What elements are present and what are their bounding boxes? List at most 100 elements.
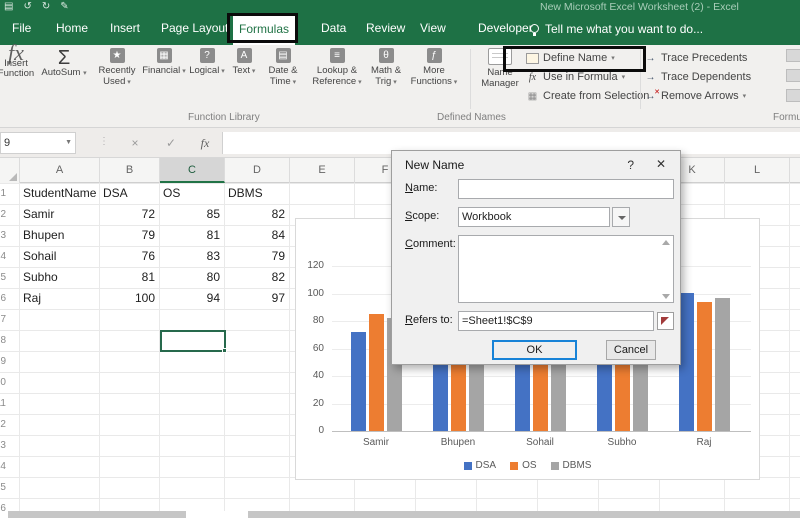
error-checking-icon[interactable] xyxy=(786,69,800,82)
save-icon[interactable]: ▤ xyxy=(4,2,13,12)
column-header-A[interactable]: A xyxy=(20,158,100,183)
table-cell[interactable]: Subho xyxy=(23,267,95,288)
formula-bar-resize-handle[interactable]: ⋮ xyxy=(99,136,109,147)
cancel-entry-icon[interactable]: × xyxy=(122,132,148,154)
row-header-10[interactable]: 10 xyxy=(0,372,6,393)
legend-item-os[interactable]: OS xyxy=(510,460,536,471)
fill-handle[interactable] xyxy=(222,348,227,353)
tab-home[interactable]: Home xyxy=(50,13,94,44)
column-header-B[interactable]: B xyxy=(100,158,160,183)
table-cell[interactable]: 72 xyxy=(103,204,155,225)
ribbon-button-trace-precedents[interactable]: →Trace Precedents xyxy=(644,50,747,66)
legend-item-dbms[interactable]: DBMS xyxy=(551,460,592,471)
column-header-L[interactable]: L xyxy=(725,158,790,183)
tell-me-box[interactable]: Tell me what you want to do... xyxy=(530,13,703,44)
table-header-cell[interactable]: StudentName xyxy=(23,183,95,204)
ribbon-button-create-from-selection[interactable]: ▦Create from Selection xyxy=(526,88,649,104)
insert-function-fx-icon[interactable]: fx xyxy=(192,132,218,154)
table-cell[interactable]: 100 xyxy=(103,288,155,309)
row-header-3[interactable]: 3 xyxy=(0,225,6,246)
table-cell[interactable]: Sohail xyxy=(23,246,95,267)
ribbon-button-financial[interactable]: ▦Financial ▾ xyxy=(142,48,186,78)
table-cell[interactable]: 76 xyxy=(103,246,155,267)
insert-function-button[interactable]: fx Insert Function xyxy=(0,48,40,80)
row-header-1[interactable]: 1 xyxy=(0,183,6,204)
ribbon-button-date-time[interactable]: ▤Date & Time ▾ xyxy=(260,48,306,88)
bar-os-samir[interactable] xyxy=(369,314,384,431)
row-header-9[interactable]: 9 xyxy=(0,351,6,372)
column-header-C[interactable]: C xyxy=(160,158,225,183)
row-header-16[interactable]: 16 xyxy=(0,498,6,511)
row-header-5[interactable]: 5 xyxy=(0,267,6,288)
bar-dbms-raj[interactable] xyxy=(715,298,730,431)
ribbon-button-remove-arrows[interactable]: →✕Remove Arrows▾ xyxy=(644,88,746,104)
tab-data[interactable]: Data xyxy=(315,13,352,44)
row-header-7[interactable]: 7 xyxy=(0,309,6,330)
comment-field[interactable] xyxy=(458,235,674,303)
row-header-2[interactable]: 2 xyxy=(0,204,6,225)
tab-insert[interactable]: Insert xyxy=(104,13,146,44)
table-cell[interactable]: 85 xyxy=(163,204,220,225)
table-cell[interactable]: 79 xyxy=(228,246,285,267)
row-header-4[interactable]: 4 xyxy=(0,246,6,267)
tab-developer[interactable]: Developer xyxy=(472,13,539,44)
row-header-6[interactable]: 6 xyxy=(0,288,6,309)
undo-icon[interactable]: ↺ xyxy=(23,2,31,12)
bar-dsa-raj[interactable] xyxy=(679,293,694,431)
legend-item-dsa[interactable]: DSA xyxy=(464,460,497,471)
scope-dropdown-arrow-icon[interactable] xyxy=(612,207,630,227)
name-field[interactable] xyxy=(458,179,674,199)
ribbon-button-logical[interactable]: ?Logical ▾ xyxy=(186,48,228,78)
table-cell[interactable]: 81 xyxy=(103,267,155,288)
row-header-8[interactable]: 8 xyxy=(0,330,6,351)
ribbon-button-trace-dependents[interactable]: →Trace Dependents xyxy=(644,69,751,85)
ribbon-button-lookup-reference[interactable]: ≡Lookup & Reference ▾ xyxy=(306,48,368,88)
tab-page-layout[interactable]: Page Layout xyxy=(155,13,234,44)
refers-to-field[interactable] xyxy=(458,311,654,331)
chevron-down-icon[interactable]: ▼ xyxy=(65,133,72,153)
redo-icon[interactable]: ↻ xyxy=(42,2,50,12)
table-cell[interactable]: Samir xyxy=(23,204,95,225)
ok-button[interactable]: OK xyxy=(492,340,577,360)
ribbon-button-more-functions[interactable]: ƒMore Functions ▾ xyxy=(404,48,464,88)
scroll-down-icon[interactable] xyxy=(662,294,670,299)
table-cell[interactable]: Raj xyxy=(23,288,95,309)
bar-os-raj[interactable] xyxy=(697,302,712,431)
table-cell[interactable]: 81 xyxy=(163,225,220,246)
row-header-14[interactable]: 14 xyxy=(0,456,6,477)
ribbon-button-math-trig[interactable]: θMath & Trig ▾ xyxy=(368,48,404,88)
show-formulas-icon[interactable] xyxy=(786,49,800,62)
table-header-cell[interactable]: DSA xyxy=(103,183,155,204)
bar-dsa-samir[interactable] xyxy=(351,332,366,431)
scroll-up-icon[interactable] xyxy=(662,240,670,245)
table-header-cell[interactable]: OS xyxy=(163,183,220,204)
row-header-12[interactable]: 12 xyxy=(0,414,6,435)
row-header-13[interactable]: 13 xyxy=(0,435,6,456)
column-header-E[interactable]: E xyxy=(290,158,355,183)
close-icon[interactable]: ✕ xyxy=(656,157,666,171)
table-cell[interactable]: 97 xyxy=(228,288,285,309)
table-cell[interactable]: 79 xyxy=(103,225,155,246)
select-all-corner[interactable] xyxy=(0,158,20,183)
row-header-15[interactable]: 15 xyxy=(0,477,6,498)
tab-review[interactable]: Review xyxy=(360,13,411,44)
help-icon[interactable]: ? xyxy=(627,158,634,172)
cancel-button[interactable]: Cancel xyxy=(606,340,656,360)
table-cell[interactable]: 80 xyxy=(163,267,220,288)
selected-cell[interactable] xyxy=(160,330,226,352)
table-cell[interactable]: 82 xyxy=(228,267,285,288)
table-cell[interactable]: 84 xyxy=(228,225,285,246)
ribbon-button-recently-used[interactable]: ★Recently Used ▾ xyxy=(92,48,142,88)
table-cell[interactable]: Bhupen xyxy=(23,225,95,246)
row-header-11[interactable]: 11 xyxy=(0,393,6,414)
pen-icon[interactable]: ✎ xyxy=(60,2,68,12)
table-header-cell[interactable]: DBMS xyxy=(228,183,285,204)
evaluate-formula-icon[interactable] xyxy=(786,89,800,102)
autosum-button[interactable]: Σ AutoSum ▾ xyxy=(38,48,90,80)
scope-dropdown[interactable]: Workbook xyxy=(458,207,610,227)
table-cell[interactable]: 94 xyxy=(163,288,220,309)
table-cell[interactable]: 82 xyxy=(228,204,285,225)
name-box[interactable]: 9 ▼ xyxy=(0,132,76,154)
confirm-entry-icon[interactable]: ✓ xyxy=(158,132,184,154)
column-header-D[interactable]: D xyxy=(225,158,290,183)
